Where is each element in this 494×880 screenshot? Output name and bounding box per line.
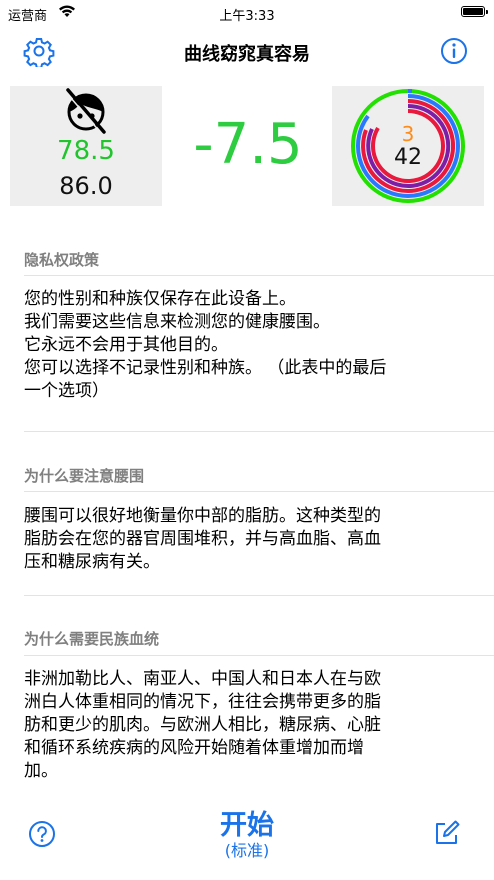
status-time: 上午3:33 (219, 9, 275, 24)
section-body-ethnicity: 非洲加勒比人、南亚人、中国人和日本人在与欧 洲白人体重相同的情况下，往往会携带更… (24, 668, 474, 783)
previous-waist-value: 86.0 (59, 172, 113, 200)
section-header-waist: 为什么要注意腰围 (24, 467, 145, 485)
body-line: 洲白人体重相同的情况下，往往会携带更多的脂 (24, 692, 381, 712)
start-button[interactable]: 开始 (标准) (150, 810, 344, 860)
divider (24, 275, 494, 276)
no-face-icon (62, 86, 110, 138)
divider (24, 431, 494, 432)
divider (24, 595, 494, 596)
body-line: 您可以选择不记录性别和种族。 （此表中的最后 (24, 358, 387, 378)
section-body-privacy: 您的性别和种族仅保存在此设备上。 我们需要这些信息来检测您的健康腰围。 它永远不… (24, 288, 474, 403)
body-line: 腰围可以很好地衡量你中部的脂肪。这种类型的 (24, 506, 381, 526)
body-line: 非洲加勒比人、南亚人、中国人和日本人在与欧 (24, 669, 381, 689)
battery-icon (461, 6, 488, 17)
measurement-card[interactable]: 78.5 86.0 (10, 86, 162, 206)
body-line: 和循环系统疾病的风险开始随着体重增加而增 (24, 738, 364, 758)
section-body-waist: 腰围可以很好地衡量你中部的脂肪。这种类型的 脂肪会在您的器官周围堆积，并与高血脂… (24, 505, 474, 574)
question-icon (29, 821, 55, 847)
page-title: 曲线窈窕真容易 (184, 44, 310, 65)
mode-label: (标准) (224, 841, 270, 860)
ring-top-value: 3 (401, 122, 415, 146)
body-line: 一个选项） (24, 381, 109, 401)
help-button[interactable] (28, 820, 56, 848)
body-line: 它永远不会用于其他目的。 (24, 335, 228, 355)
current-waist-value: 78.5 (57, 136, 115, 166)
edit-icon (436, 820, 460, 844)
body-line: 肪和更少的肌肉。与欧洲人相比，糖尿病、心脏 (24, 715, 381, 735)
body-line: 我们需要这些信息来检测您的健康腰围。 (24, 312, 330, 332)
body-line: 您的性别和种族仅保存在此设备上。 (24, 289, 296, 309)
divider (24, 655, 494, 656)
info-icon[interactable] (438, 35, 470, 67)
start-label: 开始 (220, 810, 274, 841)
progress-ring-card[interactable]: 3 42 (332, 86, 484, 206)
body-line: 脂肪会在您的器官周围堆积，并与高血脂、高血 (24, 529, 381, 549)
edit-button[interactable] (432, 818, 462, 848)
section-header-ethnicity: 为什么需要民族血统 (24, 630, 160, 648)
divider (24, 491, 494, 492)
body-line: 加。 (24, 761, 58, 781)
ring-bottom-value: 42 (394, 145, 422, 170)
waist-change-value: -7.5 (193, 112, 303, 177)
body-line: 压和糖尿病有关。 (24, 552, 160, 572)
status-bar: 运营商 上午3:33 (0, 0, 494, 26)
section-header-privacy: 隐私权政策 (24, 251, 100, 269)
navigation-bar: 曲线窈窕真容易 (0, 30, 494, 74)
